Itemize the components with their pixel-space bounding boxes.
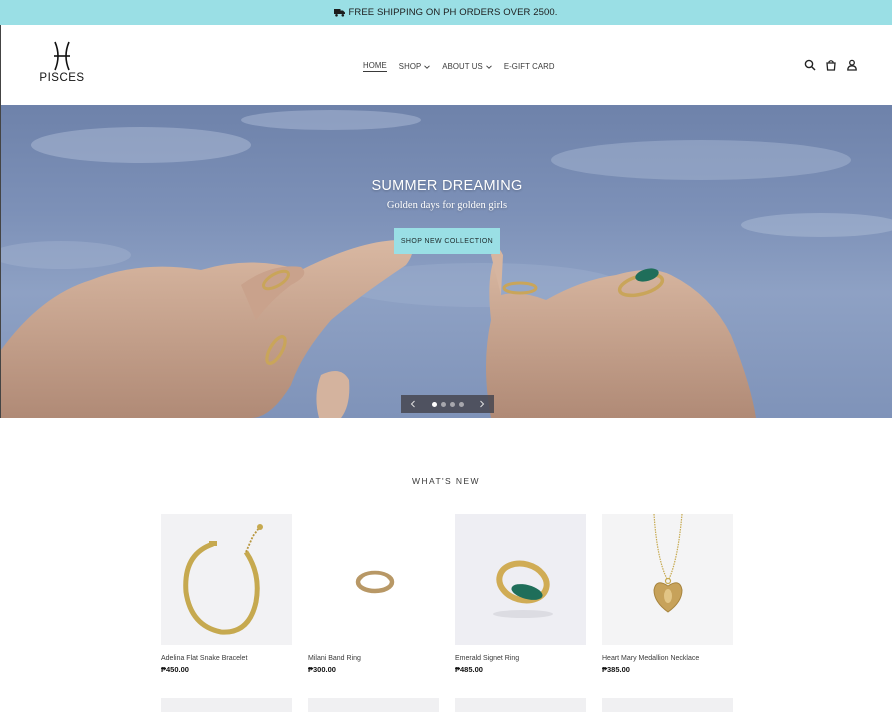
product-image[interactable] xyxy=(308,698,439,712)
medallion-necklace-image xyxy=(653,514,683,613)
nav-shop-label: SHOP xyxy=(398,62,422,71)
product-image[interactable] xyxy=(161,698,292,712)
nav-home-label: HOME xyxy=(363,61,387,72)
product-card[interactable]: Milani Band Ring ₱300.00 xyxy=(308,514,439,674)
hero-slideshow: SUMMER DREAMING Golden days for golden g… xyxy=(0,105,892,418)
signet-ring-image xyxy=(493,560,553,618)
nav-egift-label: E-GIFT CARD xyxy=(503,62,555,71)
cart-icon[interactable] xyxy=(825,59,837,71)
nav-item-about-us[interactable]: ABOUT US xyxy=(442,61,492,72)
hero-image xyxy=(1,110,892,418)
product-image[interactable] xyxy=(455,698,586,712)
hero-subtitle: Golden days for golden girls xyxy=(386,200,508,211)
search-icon[interactable] xyxy=(804,59,816,71)
product-card[interactable]: Adelina Flat Snake Bracelet ₱450.00 xyxy=(161,514,292,674)
site-header: PISCES HOME SHOP ABOUT US E-GIFT CARD xyxy=(0,25,892,105)
hero-title: SUMMER DREAMING xyxy=(371,178,523,194)
chevron-down-icon xyxy=(486,64,492,69)
product-name[interactable]: Milani Band Ring xyxy=(308,655,439,662)
nav-about-label: ABOUT US xyxy=(442,62,483,71)
product-name[interactable]: Adelina Flat Snake Bracelet xyxy=(161,655,292,662)
slide-dot-4[interactable] xyxy=(458,401,464,407)
header-icons xyxy=(804,59,858,71)
announcement-text: FREE SHIPPING ON PH ORDERS OVER 2500. xyxy=(348,7,558,18)
band-ring-image xyxy=(355,570,395,594)
slide-dot-3[interactable] xyxy=(449,401,455,407)
slide-dot-2[interactable] xyxy=(440,401,446,407)
product-name[interactable]: Heart Mary Medallion Necklace xyxy=(602,655,733,662)
slideshow-controls xyxy=(401,395,494,413)
nav-item-home[interactable]: HOME xyxy=(363,61,387,72)
chevron-down-icon xyxy=(424,64,431,69)
product-price: ₱450.00 xyxy=(161,665,189,674)
product-card[interactable]: Heart Mary Medallion Necklace ₱385.00 xyxy=(602,514,733,674)
bracelet-image xyxy=(183,524,263,635)
product-name[interactable]: Emerald Signet Ring xyxy=(455,655,586,662)
truck-icon xyxy=(334,9,346,17)
whats-new-title: WHAT'S NEW xyxy=(412,476,480,486)
logo[interactable]: PISCES xyxy=(39,41,85,84)
product-image[interactable] xyxy=(602,698,733,712)
nav-item-shop[interactable]: SHOP xyxy=(399,61,431,72)
shop-new-collection-button[interactable]: SHOP NEW COLLECTION xyxy=(394,228,500,254)
main-nav: HOME SHOP ABOUT US E-GIFT CARD xyxy=(363,61,555,72)
slide-dots xyxy=(431,401,464,407)
product-grid: Adelina Flat Snake Bracelet ₱450.00 Mila… xyxy=(161,514,733,674)
slide-dot-1[interactable] xyxy=(431,401,437,407)
product-price: ₱385.00 xyxy=(602,665,630,674)
product-image[interactable] xyxy=(308,514,439,645)
product-image[interactable] xyxy=(455,514,586,645)
product-card[interactable]: Emerald Signet Ring ₱485.00 xyxy=(455,514,586,674)
product-image[interactable] xyxy=(161,514,292,645)
product-grid-row-2 xyxy=(161,698,733,712)
account-icon[interactable] xyxy=(846,59,858,71)
product-price: ₱485.00 xyxy=(455,665,483,674)
pisces-logo-icon xyxy=(54,41,70,71)
announcement-bar: FREE SHIPPING ON PH ORDERS OVER 2500. xyxy=(0,0,892,25)
chevron-right-icon[interactable] xyxy=(478,400,486,408)
nav-item-e-gift-card[interactable]: E-GIFT CARD xyxy=(504,61,555,72)
product-price: ₱300.00 xyxy=(308,665,336,674)
chevron-left-icon[interactable] xyxy=(409,400,417,408)
brand-name: PISCES xyxy=(39,72,85,84)
product-image[interactable] xyxy=(602,514,733,645)
